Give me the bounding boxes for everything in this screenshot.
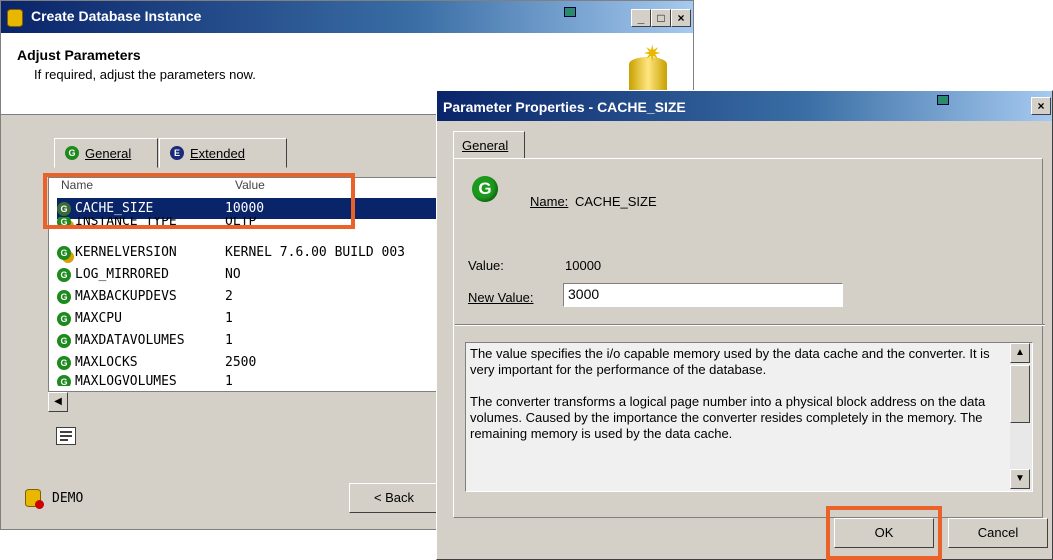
row-value: KERNEL 7.6.00 BUILD 003 bbox=[225, 245, 406, 260]
page-subtitle: If required, adjust the parameters now. bbox=[34, 67, 256, 82]
back-button[interactable]: < Back bbox=[349, 483, 439, 513]
scroll-down-button[interactable]: ▼ bbox=[1010, 469, 1030, 489]
tab-general[interactable]: G General bbox=[54, 138, 158, 168]
value-label: Value: bbox=[468, 258, 504, 273]
dialog-tab-general[interactable]: General bbox=[453, 131, 525, 159]
row-value: 1 bbox=[225, 311, 233, 326]
network-icon bbox=[564, 7, 576, 17]
highlight-ok-button bbox=[826, 506, 942, 560]
page-title: Adjust Parameters bbox=[17, 47, 141, 63]
separator bbox=[455, 324, 1045, 326]
new-value-input[interactable]: 3000 bbox=[563, 283, 843, 307]
parameter-icon: G bbox=[57, 355, 71, 370]
row-name: MAXLOGVOLUMES bbox=[75, 374, 177, 386]
database-icon bbox=[7, 9, 23, 27]
dialog-tab-general-label: General bbox=[462, 138, 509, 153]
parameter-icon: G bbox=[57, 374, 71, 386]
description-paragraph-1: The value specifies the i/o capable memo… bbox=[470, 346, 990, 377]
instance-icon bbox=[25, 489, 44, 509]
row-value: 1 bbox=[225, 333, 233, 348]
dialog-close-button[interactable]: × bbox=[1031, 97, 1051, 115]
window-title: Create Database Instance bbox=[31, 8, 202, 24]
cancel-button-label: Cancel bbox=[977, 525, 1019, 540]
new-value-text: 3000 bbox=[568, 286, 600, 302]
row-value: 1 bbox=[225, 374, 233, 386]
tab-general-label: General bbox=[85, 145, 132, 161]
cancel-button[interactable]: Cancel bbox=[948, 518, 1048, 548]
parameter-icon: G bbox=[57, 333, 71, 348]
vertical-scrollbar[interactable]: ▲ ▼ bbox=[1010, 343, 1032, 491]
row-value: 2 bbox=[225, 289, 233, 304]
dialog-title-bar[interactable]: Parameter Properties - CACHE_SIZE × bbox=[437, 91, 1052, 121]
scroll-thumb[interactable] bbox=[1010, 365, 1030, 423]
row-value: 2500 bbox=[225, 355, 257, 370]
description-box[interactable]: The value specifies the i/o capable memo… bbox=[465, 342, 1033, 492]
general-parameter-icon: G bbox=[472, 176, 498, 202]
parameter-icon: G bbox=[57, 311, 71, 326]
parameter-icon: G bbox=[57, 289, 71, 304]
dialog-title: Parameter Properties - CACHE_SIZE bbox=[443, 99, 686, 115]
network-icon bbox=[937, 95, 949, 105]
back-button-label: < Back bbox=[373, 490, 415, 505]
horizontal-scrollbar[interactable]: ◀ bbox=[48, 391, 442, 412]
row-name: KERNELVERSION bbox=[75, 245, 177, 260]
main-title-bar[interactable]: Create Database Instance _ □ × bbox=[1, 1, 693, 33]
table-row[interactable]: G KERNELVERSION KERNEL 7.6.00 BUILD 003 bbox=[57, 242, 441, 263]
name-label: Name: bbox=[530, 194, 569, 209]
new-value-label: New Value: bbox=[468, 290, 534, 305]
row-name: MAXBACKUPDEVS bbox=[75, 289, 177, 304]
tab-extended-label: Extended bbox=[190, 145, 245, 161]
highlight-cache-size bbox=[43, 173, 355, 229]
row-name: MAXLOCKS bbox=[75, 355, 138, 370]
row-name: MAXCPU bbox=[75, 311, 122, 326]
parameter-icon: G bbox=[57, 267, 71, 282]
locked-parameter-icon: G bbox=[57, 245, 71, 260]
table-row[interactable]: G LOG_MIRRORED NO bbox=[57, 264, 441, 285]
current-value: 10000 bbox=[565, 258, 602, 273]
name-value: CACHE_SIZE bbox=[575, 194, 657, 209]
description-text: The value specifies the i/o capable memo… bbox=[470, 346, 1008, 442]
properties-icon[interactable] bbox=[56, 427, 76, 445]
extended-icon: E bbox=[170, 146, 184, 160]
close-button[interactable]: × bbox=[671, 9, 691, 27]
row-name: LOG_MIRRORED bbox=[75, 267, 169, 282]
table-row[interactable]: G MAXBACKUPDEVS 2 bbox=[57, 286, 441, 307]
table-row[interactable]: G MAXLOGVOLUMES 1 bbox=[57, 374, 441, 386]
row-value: NO bbox=[225, 267, 241, 282]
table-row[interactable]: G MAXDATAVOLUMES 1 bbox=[57, 330, 441, 351]
scroll-left-button[interactable]: ◀ bbox=[48, 392, 68, 412]
minimize-button[interactable]: _ bbox=[631, 9, 651, 27]
general-icon: G bbox=[65, 146, 79, 160]
table-row[interactable]: G MAXCPU 1 bbox=[57, 308, 441, 329]
table-row[interactable]: G MAXLOCKS 2500 bbox=[57, 352, 441, 373]
description-paragraph-2: The converter transforms a logical page … bbox=[470, 394, 986, 441]
tab-extended[interactable]: E Extended bbox=[159, 138, 287, 168]
maximize-button[interactable]: □ bbox=[651, 9, 671, 27]
instance-name: DEMO bbox=[52, 491, 84, 506]
row-name: MAXDATAVOLUMES bbox=[75, 333, 185, 348]
scroll-up-button[interactable]: ▲ bbox=[1010, 343, 1030, 363]
